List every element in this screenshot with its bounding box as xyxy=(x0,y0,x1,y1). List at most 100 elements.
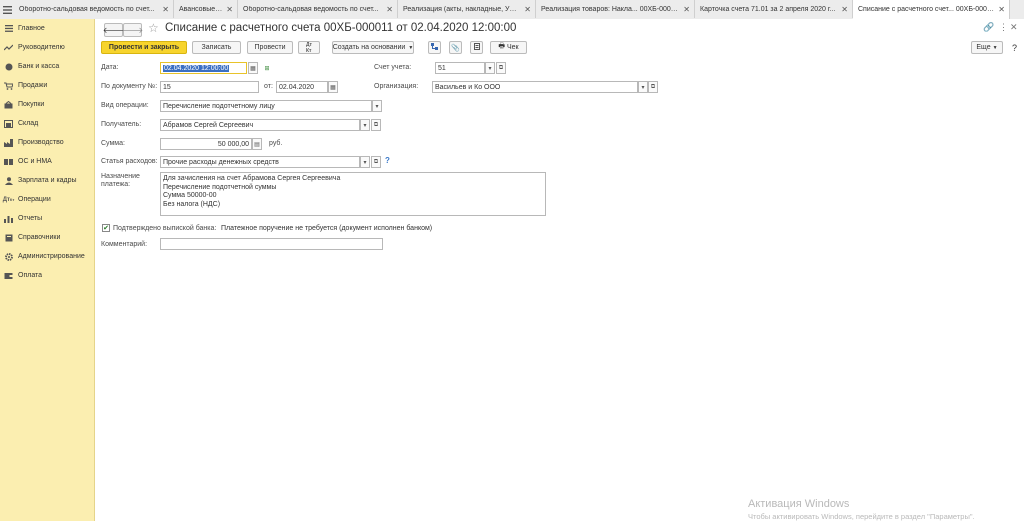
sidebar-item-production[interactable]: Производство xyxy=(0,133,94,152)
account-label: Счет учета: xyxy=(374,64,412,71)
chevron-down-icon: ▼ xyxy=(992,44,998,51)
amount-field[interactable]: 50 000,00 xyxy=(160,138,252,150)
tab-label: Оборотно-сальдовая ведомость по счет... xyxy=(19,5,155,13)
from-date-field[interactable]: 02.04.2020 xyxy=(276,81,328,93)
close-icon[interactable]: ✕ xyxy=(524,5,531,14)
calendar-button[interactable]: ▦ xyxy=(248,62,258,74)
purpose-line: Без налога (НДС) xyxy=(163,200,221,208)
payment-purpose-textarea[interactable]: Для зачисления на счет Абрамова Сергея С… xyxy=(160,172,546,216)
organization-open-button[interactable]: ⧉ xyxy=(648,81,658,93)
tab-advance-reports[interactable]: Авансовые отчеты✕ xyxy=(174,0,238,18)
sidebar-item-reports[interactable]: Отчеты xyxy=(0,209,94,228)
sidebar-item-fixed-assets[interactable]: ОС и НМА xyxy=(0,152,94,171)
calculator-button[interactable]: ▤ xyxy=(252,138,262,150)
operation-type-value: Перечисление подотчетному лицу xyxy=(163,102,275,110)
calc-icon: ⊞ xyxy=(264,65,270,72)
book-icon xyxy=(4,233,13,242)
comment-field[interactable] xyxy=(160,238,383,250)
sidebar-item-salary[interactable]: Зарплата и кадры xyxy=(0,171,94,190)
expense-item-dropdown-button[interactable]: ▾ xyxy=(360,156,370,168)
tab-sales-doc[interactable]: Реализация товаров: Накла... 00ХБ-000010… xyxy=(536,0,695,18)
help-button[interactable]: ? xyxy=(1008,41,1021,54)
tab-osv-1[interactable]: Оборотно-сальдовая ведомость по счет... ✕ xyxy=(14,0,174,18)
from-calendar-button[interactable]: ▦ xyxy=(328,81,338,93)
title-bar: 🡐 🡒 ☆ Списание с расчетного счета 00ХБ-0… xyxy=(95,19,1024,41)
menu-icon xyxy=(4,24,13,33)
back-button[interactable]: 🡐 xyxy=(103,23,124,37)
document-button[interactable] xyxy=(470,41,483,54)
purpose-line: Перечисление подотчетной суммы xyxy=(163,183,277,191)
sidebar-item-label: ОС и НМА xyxy=(18,158,52,165)
close-icon[interactable]: ✕ xyxy=(386,5,393,14)
recalc-button[interactable]: ⊞ xyxy=(262,62,272,74)
account-open-button[interactable]: ⧉ xyxy=(496,62,506,74)
operation-type-field[interactable]: Перечисление подотчетному лицу xyxy=(160,100,372,112)
sidebar-item-warehouse[interactable]: Склад xyxy=(0,114,94,133)
sidebar-item-label: Руководителю xyxy=(18,44,65,51)
sidebar-item-label: Отчеты xyxy=(18,215,43,222)
sidebar-item-label: Оплата xyxy=(18,272,43,279)
star-icon[interactable]: ☆ xyxy=(148,21,159,35)
ledger-entries-button[interactable]: Дт Кт xyxy=(298,41,320,54)
receipt-button[interactable]: 🖶 Чек xyxy=(490,41,527,54)
comment-label: Комментарий: xyxy=(101,241,148,248)
basket-icon xyxy=(4,100,13,109)
bank-confirmed-checkbox[interactable]: ✔ xyxy=(102,224,110,232)
create-based-on-button[interactable]: Создать на основании ▼ xyxy=(332,41,414,54)
calendar-icon: ▦ xyxy=(250,65,256,72)
organization-dropdown-button[interactable]: ▾ xyxy=(638,81,648,93)
close-icon[interactable]: ✕ xyxy=(1010,22,1018,33)
operation-type-dropdown-button[interactable]: ▾ xyxy=(372,100,382,112)
close-icon[interactable]: ✕ xyxy=(162,5,169,14)
sidebar-item-label: Справочники xyxy=(18,234,61,241)
sidebar-item-manager[interactable]: Руководителю xyxy=(0,38,94,57)
chevron-down-icon: ▾ xyxy=(641,84,645,91)
tab-sales-list[interactable]: Реализация (акты, накладные, УПД) ✕ xyxy=(398,0,536,18)
recipient-dropdown-button[interactable]: ▾ xyxy=(360,119,370,131)
recipient-field[interactable]: Абрамов Сергей Сергеевич xyxy=(160,119,360,131)
currency-label: руб. xyxy=(269,140,283,147)
help-icon[interactable]: ? xyxy=(385,156,390,165)
link-icon[interactable]: 🔗 xyxy=(983,22,994,33)
recipient-open-button[interactable]: ⧉ xyxy=(371,119,381,131)
date-field[interactable]: 02.04.2020 12:00:00 xyxy=(160,62,247,74)
sidebar-item-operations[interactable]: Дт Кт Операции xyxy=(0,190,94,209)
expense-item-open-button[interactable]: ⧉ xyxy=(371,156,381,168)
post-and-close-button[interactable]: Провести и закрыть xyxy=(101,41,187,54)
forward-button[interactable]: 🡒 xyxy=(122,23,143,37)
kebab-menu-icon[interactable]: ⋮ xyxy=(999,22,1008,33)
account-dropdown-button[interactable]: ▾ xyxy=(485,62,495,74)
account-field[interactable]: 51 xyxy=(435,62,485,74)
tab-account-card[interactable]: Карточка счета 71.01 за 2 апреля 2020 г.… xyxy=(695,0,853,18)
expense-item-field[interactable]: Прочие расходы денежных средств xyxy=(160,156,360,168)
sidebar-item-label: Склад xyxy=(18,120,39,127)
structure-button[interactable] xyxy=(428,41,441,54)
operation-type-label: Вид операции: xyxy=(101,102,149,109)
close-icon[interactable]: ✕ xyxy=(683,5,690,14)
save-button[interactable]: Записать xyxy=(192,41,241,54)
menu-icon[interactable] xyxy=(0,0,14,19)
tab-label: Карточка счета 71.01 за 2 апреля 2020 г.… xyxy=(700,5,836,13)
date-label: Дата: xyxy=(101,64,119,71)
close-icon[interactable]: ✕ xyxy=(998,5,1005,14)
tab-osv-2[interactable]: Оборотно-сальдовая ведомость по счет... ✕ xyxy=(238,0,398,18)
expense-item-label: Статья расходов: xyxy=(101,158,158,165)
tab-write-off[interactable]: Списание с расчетного счет... 00ХБ-00001… xyxy=(853,0,1010,19)
close-icon[interactable]: ✕ xyxy=(841,5,848,14)
post-button[interactable]: Провести xyxy=(247,41,293,54)
sidebar-item-administration[interactable]: Администрирование xyxy=(0,247,94,266)
more-button[interactable]: Еще ▼ xyxy=(971,41,1003,54)
sidebar-item-bank[interactable]: Банк и касса xyxy=(0,57,94,76)
page-title: Списание с расчетного счета 00ХБ-000011 … xyxy=(165,22,517,34)
close-icon[interactable]: ✕ xyxy=(226,5,233,14)
tab-label: Оборотно-сальдовая ведомость по счет... xyxy=(243,5,379,13)
sidebar-item-sales[interactable]: Продажи xyxy=(0,76,94,95)
organization-field[interactable]: Васильев и Ко ООО xyxy=(432,81,638,93)
sidebar-item-label: Главное xyxy=(18,25,45,32)
doc-number-field[interactable]: 15 xyxy=(160,81,259,93)
sidebar-item-directories[interactable]: Справочники xyxy=(0,228,94,247)
sidebar-item-purchases[interactable]: Покупки xyxy=(0,95,94,114)
attach-button[interactable]: 📎 xyxy=(449,41,462,54)
sidebar-item-payment[interactable]: Оплата xyxy=(0,266,94,285)
sidebar-item-main[interactable]: Главное xyxy=(0,19,94,38)
